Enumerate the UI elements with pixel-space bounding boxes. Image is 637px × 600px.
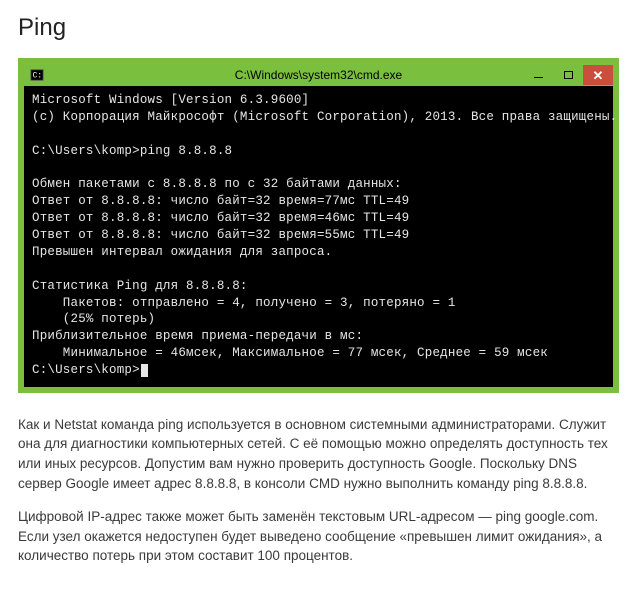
page-title: Ping <box>18 14 619 42</box>
titlebar: C: C:\Windows\system32\cmd.exe ✕ <box>24 64 613 86</box>
cursor <box>141 364 148 377</box>
close-button[interactable]: ✕ <box>583 65 613 85</box>
maximize-button[interactable] <box>553 65 583 85</box>
console-prompt: C:\Users\komp> <box>32 363 140 377</box>
cmd-icon: C: <box>30 68 44 82</box>
paragraph-2: Цифровой IP-адрес также может быть замен… <box>18 507 619 566</box>
minimize-button[interactable] <box>523 65 553 85</box>
console-output: Microsoft Windows [Version 6.3.9600] (c)… <box>24 86 613 387</box>
window-buttons: ✕ <box>523 65 613 85</box>
cmd-window: C: C:\Windows\system32\cmd.exe ✕ Microso… <box>18 58 619 393</box>
paragraph-1: Как и Netstat команда ping используется … <box>18 415 619 493</box>
svg-text:C:: C: <box>33 72 42 81</box>
